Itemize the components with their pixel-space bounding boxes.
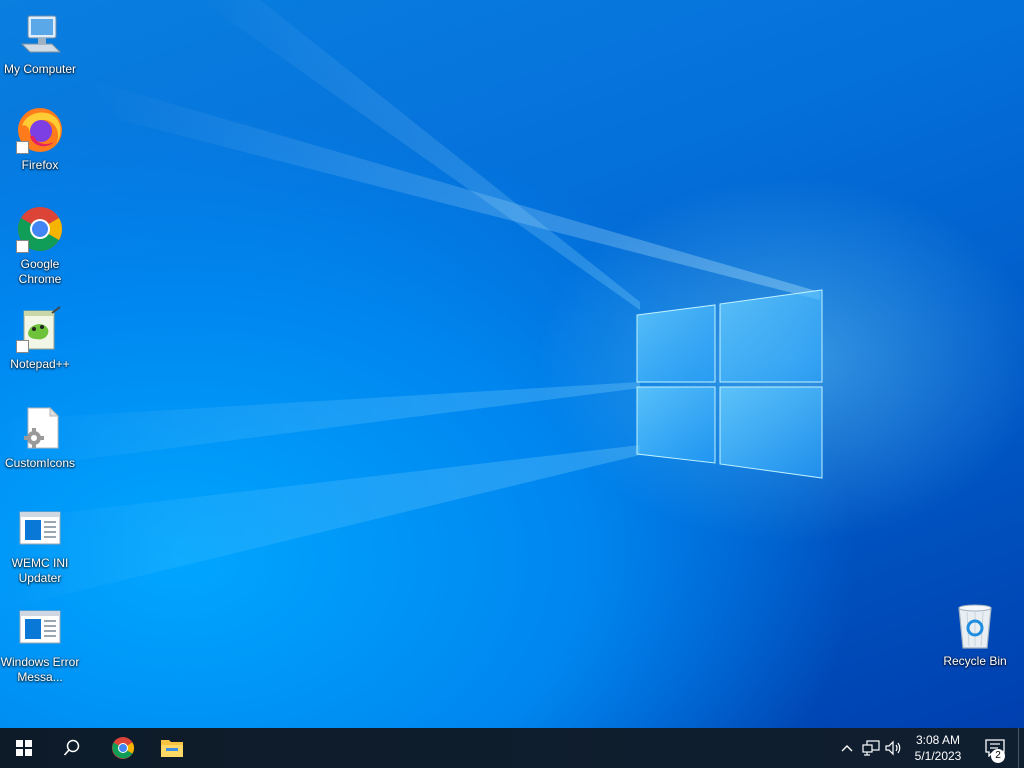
shortcut-arrow-icon <box>16 340 29 353</box>
show-desktop-button[interactable] <box>1018 728 1024 768</box>
firefox-icon <box>14 104 66 156</box>
desktop-icon-notepadpp[interactable]: Notepad++ <box>0 303 80 372</box>
desktop[interactable]: My Computer Firefox Google Chrome Notepa… <box>0 0 1024 728</box>
tray-network-button[interactable] <box>860 728 882 768</box>
notification-count-badge: 2 <box>991 749 1005 763</box>
computer-icon <box>14 8 66 60</box>
tray-volume-button[interactable] <box>884 728 904 768</box>
desktop-icon-google-chrome[interactable]: Google Chrome <box>0 203 80 287</box>
desktop-icon-firefox[interactable]: Firefox <box>0 104 80 173</box>
desktop-icon-customicons[interactable]: CustomIcons <box>0 402 80 471</box>
clock-date: 5/1/2023 <box>914 749 962 763</box>
taskbar-chrome-button[interactable] <box>99 728 147 768</box>
desktop-icon-label: Google Chrome <box>18 257 62 286</box>
wallpaper-light-beams <box>0 0 820 610</box>
search-icon <box>63 739 80 756</box>
volume-icon <box>885 740 901 756</box>
shortcut-arrow-icon <box>16 240 29 253</box>
window-app-icon <box>14 502 66 554</box>
window-app-icon <box>14 601 66 653</box>
start-button[interactable] <box>0 728 48 768</box>
shortcut-arrow-icon <box>16 141 29 154</box>
desktop-icon-recycle-bin[interactable]: Recycle Bin <box>935 600 1015 669</box>
taskbar: 3:08 AM 5/1/2023 <box>0 728 1024 768</box>
desktop-icon-windows-error-messages[interactable]: Windows Error Messa... <box>0 601 80 685</box>
file-explorer-icon <box>161 740 183 757</box>
desktop-icon-label: Notepad++ <box>10 357 70 371</box>
desktop-icon-label: Firefox <box>21 158 59 172</box>
desktop-icon-label: CustomIcons <box>4 456 76 470</box>
tray-overflow-button[interactable] <box>838 728 856 768</box>
desktop-icon-label: WEMC INI Updater <box>11 556 69 585</box>
search-button[interactable] <box>48 728 96 768</box>
windows-start-icon <box>16 740 32 756</box>
network-icon <box>862 740 880 756</box>
taskbar-clock[interactable]: 3:08 AM 5/1/2023 <box>904 730 972 766</box>
desktop-icon-my-computer[interactable]: My Computer <box>0 8 80 77</box>
taskbar-file-explorer-button[interactable] <box>148 728 196 768</box>
chrome-icon <box>14 203 66 255</box>
chrome-icon <box>112 737 134 759</box>
desktop-icon-label: My Computer <box>3 62 77 76</box>
settings-file-icon <box>14 402 66 454</box>
notepadpp-icon <box>14 303 66 355</box>
recycle-bin-icon <box>949 600 1001 652</box>
desktop-icon-wemc-ini-updater[interactable]: WEMC INI Updater <box>0 502 80 586</box>
chevron-up-icon <box>841 745 853 752</box>
desktop-icon-label: Windows Error Messa... <box>0 655 80 684</box>
clock-time: 3:08 AM <box>915 733 961 747</box>
windows-logo-wallpaper <box>636 289 823 479</box>
desktop-icon-label: Recycle Bin <box>943 654 1007 668</box>
